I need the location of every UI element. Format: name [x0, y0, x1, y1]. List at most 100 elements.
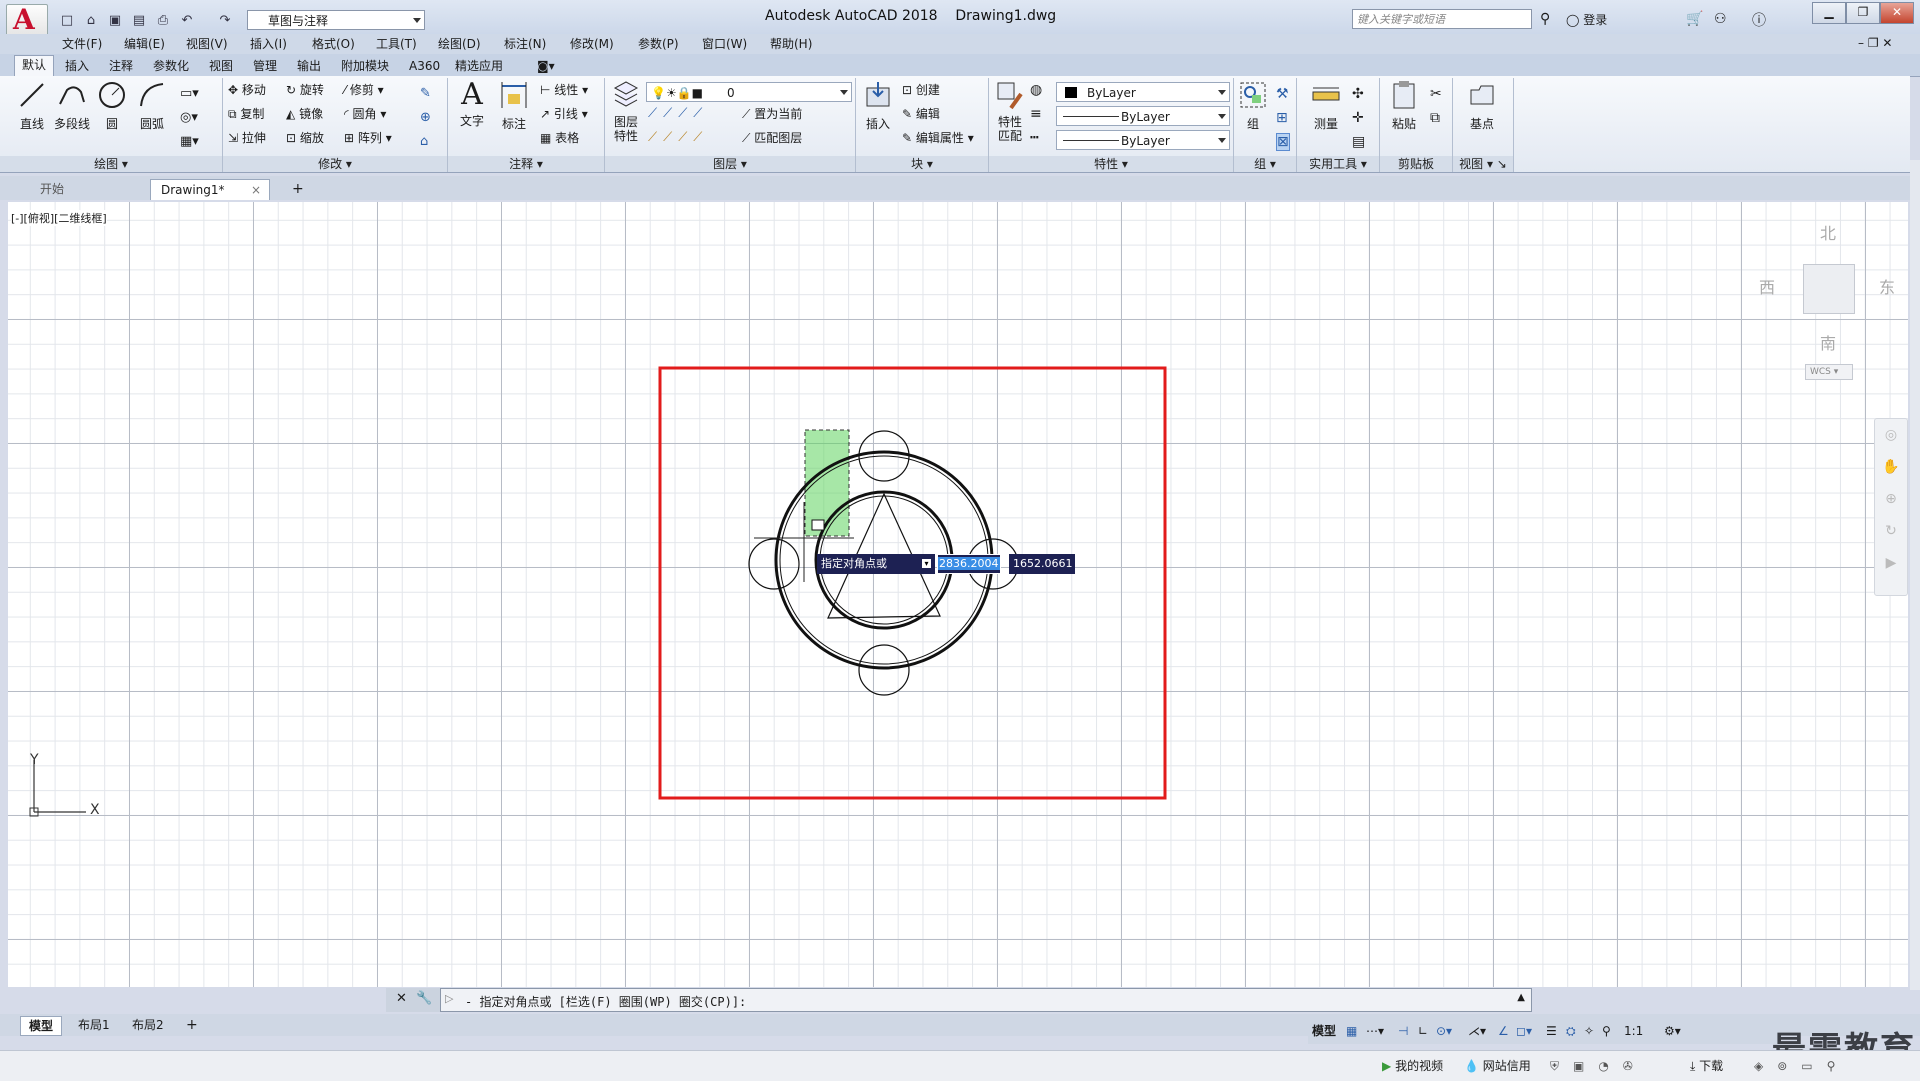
- auto-scale-icon[interactable]: ✧: [1584, 1018, 1594, 1044]
- annotation-visibility-icon[interactable]: ⛭: [1566, 1018, 1576, 1044]
- group-extra-tools[interactable]: ⚒ ⊞ ⊠: [1276, 82, 1290, 154]
- ribbon-options-icon[interactable]: ◙▾: [530, 57, 562, 75]
- compass-east[interactable]: 东: [1879, 274, 1895, 298]
- workspace-dropdown[interactable]: 草图与注释: [247, 10, 425, 30]
- leader-tool[interactable]: ↗ 引线 ▾: [540, 104, 588, 124]
- new-layout-button[interactable]: +: [178, 1016, 206, 1034]
- linetype-dropdown[interactable]: ByLayer: [1056, 106, 1230, 126]
- modify-extra-tools[interactable]: ✎ ⊕ ⌂: [420, 82, 431, 154]
- menu-modify[interactable]: 修改(M): [570, 36, 614, 52]
- net-credit-link[interactable]: 💧 网站信用: [1464, 1057, 1531, 1075]
- new-file-icon[interactable]: □: [56, 11, 78, 31]
- save-as-icon[interactable]: ▤: [128, 11, 150, 31]
- tab-model[interactable]: 模型: [20, 1016, 63, 1036]
- vertical-scrollbar[interactable]: [1910, 160, 1920, 990]
- menu-tools[interactable]: 工具(T): [376, 36, 417, 52]
- binoculars-icon[interactable]: ⚲: [1540, 11, 1550, 27]
- tab-parametric[interactable]: 参数化: [146, 57, 196, 75]
- minimize-button[interactable]: ▁: [1812, 2, 1846, 24]
- base-view-tool[interactable]: 基点: [1462, 80, 1502, 132]
- annotation-scale-value[interactable]: 1:1: [1624, 1018, 1643, 1044]
- dimension-tool[interactable]: 标注: [494, 80, 534, 132]
- match-layer-tool[interactable]: ⟋ 匹配图层: [742, 128, 802, 148]
- menu-insert[interactable]: 插入(I): [250, 36, 287, 52]
- my-video-link[interactable]: ▶ 我的视频: [1382, 1057, 1443, 1075]
- array-tool[interactable]: ⊞ 阵列 ▾: [344, 128, 392, 148]
- scale-tool[interactable]: ⊡ 缩放: [286, 128, 324, 148]
- linear-dim-tool[interactable]: ⊢ 线性 ▾: [540, 80, 588, 100]
- tab-start[interactable]: 开始: [30, 179, 74, 200]
- tab-insert[interactable]: 插入: [58, 57, 96, 75]
- menu-file[interactable]: 文件(F): [62, 36, 102, 52]
- settings-icon[interactable]: ⚙▾: [1664, 1018, 1681, 1044]
- help-icon[interactable]: ⓘ: [1752, 10, 1766, 30]
- make-current-tool[interactable]: ⟋ 置为当前: [742, 104, 802, 124]
- command-history-icon[interactable]: ▲: [1517, 992, 1525, 1003]
- clipboard-extra-tools[interactable]: ✂ ⧉: [1430, 82, 1442, 130]
- compass-south[interactable]: 南: [1820, 330, 1836, 354]
- menu-draw[interactable]: 绘图(D): [438, 36, 481, 52]
- isodraft-icon[interactable]: ⋌▾: [1468, 1018, 1486, 1044]
- fillet-tool[interactable]: ◜ 圆角 ▾: [344, 104, 386, 124]
- copy-tool[interactable]: ⧉ 复制: [228, 104, 264, 124]
- rotate-tool[interactable]: ↻ 旋转: [286, 80, 324, 100]
- tab-addins[interactable]: 附加模块: [334, 57, 396, 75]
- login-button[interactable]: ◯ 登录: [1566, 11, 1607, 28]
- wcs-menu[interactable]: WCS ▾: [1805, 364, 1853, 380]
- tray-icons[interactable]: ⛨▣◔✇: [1550, 1057, 1647, 1075]
- options-icon[interactable]: ▾: [922, 559, 931, 568]
- group-tool[interactable]: 组: [1236, 80, 1270, 132]
- search-input[interactable]: 键入关键字或短语: [1352, 9, 1532, 29]
- maximize-button[interactable]: ❐: [1846, 2, 1880, 24]
- tab-annotate[interactable]: 注释: [102, 57, 140, 75]
- lineweight-dropdown[interactable]: ByLayer: [1056, 130, 1230, 150]
- text-tool[interactable]: A 文字: [452, 80, 492, 129]
- close-icon[interactable]: ✕: [396, 991, 407, 1006]
- tab-home[interactable]: 默认: [14, 55, 55, 77]
- mirror-tool[interactable]: ◭ 镜像: [286, 104, 323, 124]
- move-tool[interactable]: ✥ 移动: [228, 80, 266, 100]
- menu-dimension[interactable]: 标注(N): [504, 36, 546, 52]
- cart-icon[interactable]: 🛒: [1686, 11, 1703, 27]
- model-space-toggle[interactable]: 模型: [1312, 1018, 1336, 1044]
- lineweight-display-icon[interactable]: ☰: [1546, 1018, 1557, 1044]
- print-icon[interactable]: ⎙: [152, 11, 174, 31]
- tab-view[interactable]: 视图: [202, 57, 240, 75]
- layer-tool-icons-2[interactable]: ⟋⟋⟋⟋: [648, 130, 708, 145]
- polyline-tool[interactable]: 多段线: [52, 80, 92, 132]
- color-wheel-icon[interactable]: ◍: [1030, 82, 1042, 98]
- tab-layout2[interactable]: 布局2: [124, 1016, 172, 1034]
- ortho-icon[interactable]: ∟: [1418, 1018, 1428, 1044]
- grid-icon[interactable]: ▦: [1346, 1018, 1357, 1044]
- layer-tool-icons[interactable]: ⟋⟋⟋⟋: [648, 106, 708, 121]
- edit-block-tool[interactable]: ✎ 编辑: [902, 104, 940, 124]
- tab-manage[interactable]: 管理: [246, 57, 284, 75]
- insert-block-tool[interactable]: 插入: [858, 80, 898, 132]
- redo-icon[interactable]: ↷: [214, 11, 236, 31]
- compass-north[interactable]: 北: [1820, 220, 1836, 244]
- navigation-bar[interactable]: ◎ ✋ ⊕ ↻ ▶: [1874, 418, 1908, 596]
- menu-view[interactable]: 视图(V): [186, 36, 228, 52]
- wrench-icon[interactable]: 🔧: [416, 991, 432, 1006]
- osnap-icon[interactable]: ◻▾: [1516, 1018, 1532, 1044]
- create-block-tool[interactable]: ⊡ 创建: [902, 80, 940, 100]
- menu-format[interactable]: 格式(O): [312, 36, 355, 52]
- menu-window[interactable]: 窗口(W): [702, 36, 747, 52]
- viewcube[interactable]: 北 西 东 南 WCS ▾: [1753, 214, 1903, 394]
- snap-icon[interactable]: ⋯▾: [1366, 1018, 1384, 1044]
- line-tool[interactable]: 直线: [12, 80, 52, 132]
- match-properties-tool[interactable]: 特性 匹配: [990, 80, 1030, 143]
- download-link[interactable]: ⤓ 下载: [1690, 1057, 1723, 1075]
- utility-extra-tools[interactable]: ✣ ✛ ▤: [1352, 82, 1365, 154]
- layer-properties-tool[interactable]: 图层 特性: [606, 80, 646, 143]
- color-dropdown[interactable]: ByLayer: [1056, 82, 1230, 102]
- polar-icon[interactable]: ⊙▾: [1436, 1018, 1452, 1044]
- new-tab-button[interactable]: +: [282, 179, 314, 200]
- stretch-tool[interactable]: ⇲ 拉伸: [228, 128, 266, 148]
- undo-icon[interactable]: ↶: [176, 11, 198, 31]
- annotation-scale-icon[interactable]: ⚲: [1602, 1018, 1611, 1044]
- menu-parametric[interactable]: 参数(P): [638, 36, 679, 52]
- open-file-icon[interactable]: ⌂: [80, 11, 102, 31]
- paste-tool[interactable]: 粘贴: [1384, 80, 1424, 132]
- close-button[interactable]: ✕: [1880, 2, 1914, 24]
